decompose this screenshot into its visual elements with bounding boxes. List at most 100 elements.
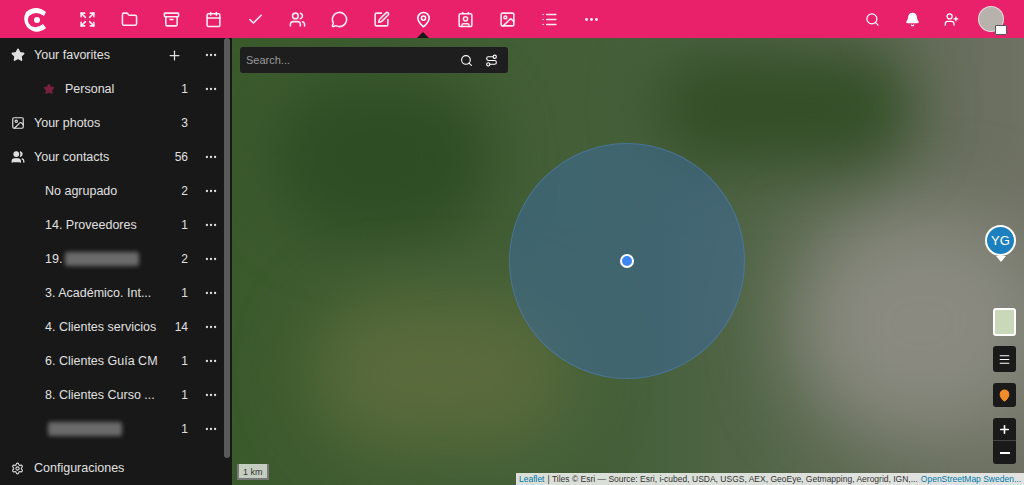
more-icon[interactable] [204,252,218,266]
route-icon[interactable] [485,54,498,67]
sidebar-item[interactable]: 8. Clientes Curso ... 1 [0,378,232,412]
marker-label: YG [991,231,1010,251]
app: Your favoritesPersonal1Your photos3Your … [0,0,1024,485]
map-controls [993,308,1016,464]
app-button[interactable] [402,0,444,38]
contact-card-icon [457,11,474,28]
more-icon[interactable] [204,218,218,232]
blurred-label [65,252,139,266]
sidebar-item[interactable]: 1 [0,412,232,446]
sidebar-item[interactable]: 6. Clientes Guía CM 1 [0,344,232,378]
search-bar: Search... [240,47,508,73]
zoom-out-button[interactable] [993,441,1016,464]
more-icon[interactable] [204,354,218,368]
item-count: 56 [175,148,188,166]
more-icon[interactable] [204,184,218,198]
item-count: 2 [181,250,188,268]
sidebar-item[interactable]: Personal1 [0,72,232,106]
avatar[interactable] [978,6,1004,32]
item-count: 1 [181,386,188,404]
sidebar-item[interactable]: 3. Académico. Int...1 [0,276,232,310]
osm-link[interactable]: OpenStreetMap Sweden... [921,473,1021,485]
more-icon[interactable] [204,320,218,334]
sidebar-item[interactable]: No agrupado2 [0,174,232,208]
item-label: 3. Académico. Int... [45,284,151,303]
more-icon[interactable] [204,82,218,96]
sidebar-item[interactable]: 4. Clientes servicios14 [0,310,232,344]
item-label: 6. Clientes Guía CM [45,352,158,371]
sidebar-section[interactable]: Your photos3 [0,106,232,140]
plus-icon [998,423,1011,436]
layer-switcher[interactable] [993,308,1016,336]
scale-label: 1 km [243,467,263,477]
app-button[interactable] [234,0,276,38]
tiles-credit: | Tiles © Esri — Source: Esri, i-cubed, … [547,473,917,485]
item-label: Your favorites [34,46,110,65]
sidebar-item[interactable]: 19.2 [0,242,232,276]
item-label: 14. Proveedores [45,216,137,235]
contact-marker[interactable]: YG [985,225,1016,262]
zoom-in-button[interactable] [993,418,1016,441]
pin-icon [998,389,1011,402]
app-button[interactable] [276,0,318,38]
app-button[interactable] [192,0,234,38]
calendar-icon [205,11,222,28]
search-icon[interactable] [460,54,473,67]
maps-icon [415,11,432,28]
contacts-menu-button[interactable] [932,0,970,38]
logo-icon [22,6,50,32]
location-dot [620,254,634,268]
scrollbar[interactable] [224,38,230,458]
blurred-label [48,422,122,436]
notes-icon [373,11,390,28]
contacts-icon [289,11,306,28]
menu-button[interactable] [993,346,1016,372]
photo-icon [11,116,25,130]
app-button[interactable] [318,0,360,38]
more-icon[interactable] [204,48,218,62]
marker-button[interactable] [993,383,1016,407]
item-label: Your contacts [34,148,109,167]
app-button[interactable] [486,0,528,38]
app-button[interactable] [150,0,192,38]
zoom-control [993,418,1016,464]
app-menu [66,0,612,38]
item-count: 14 [175,318,188,336]
app-button[interactable] [570,0,612,38]
app-button[interactable] [528,0,570,38]
user-icon [944,12,959,27]
item-count: 1 [181,352,188,370]
add-icon[interactable] [167,48,182,63]
files-icon [121,11,138,28]
item-count: 3 [181,114,188,132]
attribution: Leaflet| Tiles © Esri — Source: Esri, i-… [516,473,1024,485]
app-button[interactable] [360,0,402,38]
talk-icon [331,11,348,28]
search-button[interactable] [852,0,892,38]
leaflet-link[interactable]: Leaflet [519,473,545,485]
marker-pointer [996,256,1006,262]
item-count: 1 [181,80,188,98]
item-count: 2 [181,182,188,200]
sidebar-section[interactable]: Your favorites [0,38,232,72]
map[interactable]: Search... YG 1 km Leaflet| Tiles © Esri — S… [232,38,1024,485]
gear-icon [11,462,24,475]
bell-icon [905,12,920,27]
settings-button[interactable]: Configuraciones [0,451,232,485]
app-button[interactable] [108,0,150,38]
notifications-button[interactable] [892,0,932,38]
more-icon[interactable] [204,422,218,436]
search-input[interactable]: Search... [246,52,460,69]
more-icon[interactable] [204,286,218,300]
item-label: 8. Clientes Curso ... [45,386,155,405]
sidebar-section[interactable]: Your contacts 56 [0,140,232,174]
more-icon[interactable] [204,388,218,402]
menu-icon [998,353,1011,366]
logo[interactable] [20,3,52,35]
sidebar-item[interactable]: 14. Proveedores1 [0,208,232,242]
app-button[interactable] [66,0,108,38]
terrain-patch [272,78,492,238]
search-icon [865,12,880,27]
app-button[interactable] [444,0,486,38]
more-icon[interactable] [204,150,218,164]
